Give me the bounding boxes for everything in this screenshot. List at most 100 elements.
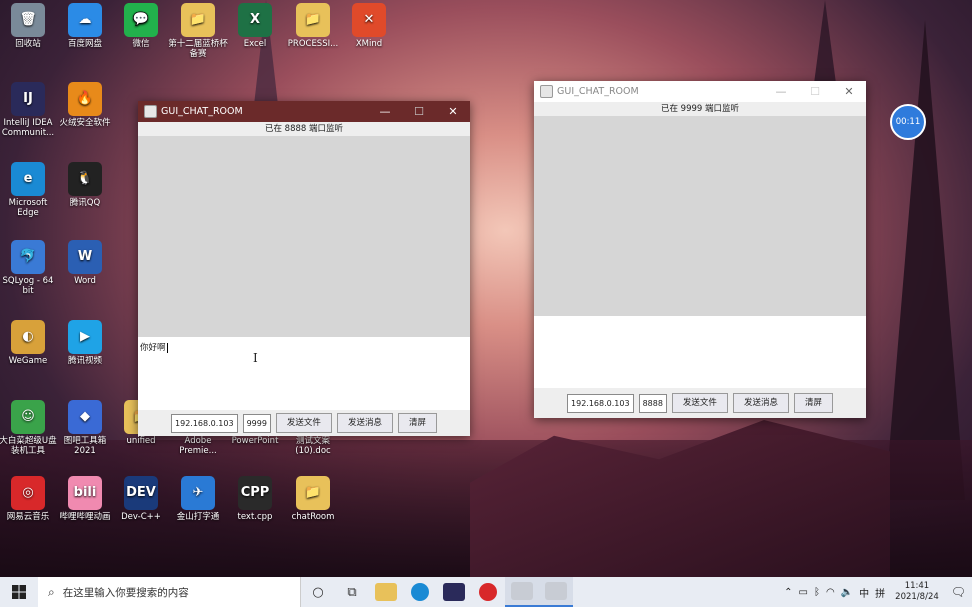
window-title: GUI_CHAT_ROOM (557, 86, 639, 97)
desktop-icon[interactable]: ◐ WeGame (0, 320, 59, 366)
task-view-icon[interactable]: ⧉ (335, 577, 369, 607)
listen-status: 已在 9999 端口监听 (534, 102, 866, 116)
app-icon: 🔥 (68, 82, 102, 116)
app-icon: 📁 (296, 476, 330, 510)
desktop-icon[interactable]: IJ IntelliJ IDEA Communit... (0, 82, 59, 138)
desktop-icon-label: 金山打字通 (176, 512, 220, 522)
port-field[interactable]: 8888 (638, 393, 667, 413)
network-icon[interactable]: ▭ (799, 587, 808, 598)
desktop-icon[interactable]: 🗑 回收站 (0, 3, 59, 49)
minimize-button[interactable]: — (368, 105, 402, 118)
desktop-icon-label: Word (74, 276, 96, 286)
volume-icon[interactable]: 🔈 (841, 587, 853, 598)
desktop-icon-label: unified (126, 436, 156, 446)
desktop-icon-label: 百度网盘 (67, 39, 102, 49)
app-icon: W (68, 240, 102, 274)
desktop-icon-label: chatRoom (291, 512, 335, 522)
desktop-icon-label: PowerPoint (231, 436, 279, 446)
taskbar-clock[interactable]: 11:41 2021/8/24 (895, 581, 939, 603)
desktop-icon[interactable]: 💬 微信 (110, 3, 172, 49)
desktop-icon-label: 火绒安全软件 (59, 118, 111, 128)
desktop-icon[interactable]: 📁 chatRoom (282, 476, 344, 522)
java-window-taskbar-icon[interactable] (539, 577, 573, 607)
desktop-icon[interactable]: DEV Dev-C++ (110, 476, 172, 522)
minimize-button[interactable]: — (764, 85, 798, 98)
wifi-icon[interactable]: ◠ (826, 587, 835, 598)
cortana-icon[interactable]: ○ (301, 577, 335, 607)
desktop-icon-label: Dev-C++ (121, 512, 161, 522)
send-message-button[interactable]: 发送消息 (336, 413, 393, 433)
java-window-taskbar-icon[interactable] (505, 577, 539, 607)
desktop-icon[interactable]: ▶ 腾讯视频 (54, 320, 116, 366)
desktop-icon-label: IntelliJ IDEA Communit... (1, 118, 55, 138)
title-bar[interactable]: GUI_CHAT_ROOM — ☐ ✕ (138, 101, 470, 122)
desktop-icon-label: 回收站 (15, 39, 41, 49)
close-button[interactable]: ✕ (436, 105, 470, 118)
message-display-area[interactable] (138, 136, 470, 337)
bluetooth-icon[interactable]: ᛒ (814, 587, 820, 598)
app-icon: 📁 (181, 3, 215, 37)
send-message-button[interactable]: 发送消息 (732, 393, 789, 413)
listen-status: 已在 8888 端口监听 (138, 122, 470, 136)
desktop-icon[interactable]: ◆ 图吧工具箱2021 (54, 400, 116, 456)
desktop-icon[interactable]: ◎ 网易云音乐 (0, 476, 59, 522)
desktop-icon-label: 微信 (132, 39, 150, 49)
desktop-icon-label: Adobe Premie... (179, 436, 217, 456)
app-icon: X (238, 3, 272, 37)
edge-taskbar-icon[interactable] (403, 577, 437, 607)
ibeam-cursor-icon: I (253, 351, 258, 365)
desktop-icon[interactable]: 📁 第十二届蓝桥杯备赛 (167, 3, 229, 59)
ime-indicator[interactable]: 拼 (875, 585, 885, 600)
message-display-area[interactable] (534, 116, 866, 316)
app-icon: DEV (124, 476, 158, 510)
notification-icon[interactable]: 🗨 (951, 585, 966, 599)
show-hidden-icons-icon[interactable]: ⌃ (784, 587, 792, 598)
clear-screen-button[interactable]: 清屏 (793, 393, 833, 413)
desktop-icon[interactable]: CPP text.cpp (224, 476, 286, 522)
app-icon: 🐬 (11, 240, 45, 274)
desktop-icon[interactable]: ✕ XMind (338, 3, 400, 49)
message-input-area[interactable]: 你好啊 I (138, 337, 470, 410)
intellij-taskbar-icon[interactable] (437, 577, 471, 607)
recording-timer[interactable]: 00:11 (890, 104, 926, 140)
maximize-button[interactable]: ☐ (402, 105, 436, 118)
ip-field[interactable]: 192.168.0.103 (171, 413, 238, 433)
send-file-button[interactable]: 发送文件 (275, 413, 332, 433)
desktop-icon[interactable]: 🐧 腾讯QQ (54, 162, 116, 208)
desktop-icon-label: Microsoft Edge (8, 198, 48, 218)
app-icon: 💬 (124, 3, 158, 37)
ip-field[interactable]: 192.168.0.103 (567, 393, 634, 413)
title-bar[interactable]: GUI_CHAT_ROOM — ☐ ✕ (534, 81, 866, 102)
app-icon: 🐧 (68, 162, 102, 196)
desktop-icon[interactable]: 📁 PROCESSI... (282, 3, 344, 49)
message-input-area[interactable] (534, 316, 866, 388)
taskbar: ⌕ 在这里输入你要搜索的内容 ○ ⧉ ⌃ ▭ ᛒ ◠ 🔈 中 拼 11:41 2… (0, 577, 972, 607)
desktop-icon-label: text.cpp (237, 512, 273, 522)
desktop-icon[interactable]: ☁ 百度网盘 (54, 3, 116, 49)
desktop-icon[interactable]: ✈ 金山打字通 (167, 476, 229, 522)
file-explorer-icon[interactable] (369, 577, 403, 607)
app-icon: IJ (11, 82, 45, 116)
desktop-icon[interactable]: e Microsoft Edge (0, 162, 59, 218)
desktop-icon[interactable]: W Word (54, 240, 116, 286)
desktop-icon[interactable]: bili 哔哩哔哩动画 (54, 476, 116, 522)
clear-screen-button[interactable]: 清屏 (397, 413, 437, 433)
desktop-icon[interactable]: X Excel (224, 3, 286, 49)
desktop-icon[interactable]: ☺ 大白菜超级U盘装机工具 (0, 400, 59, 456)
clock-time: 11:41 (904, 581, 930, 591)
desktop-icon[interactable]: 🐬 SQLyog - 64 bit (0, 240, 59, 296)
desktop-icon-label: PROCESSI... (287, 39, 339, 49)
start-button[interactable] (0, 577, 38, 607)
desktop-icon-label: 腾讯视频 (67, 356, 102, 366)
desktop-icon[interactable]: 🔥 火绒安全软件 (54, 82, 116, 128)
taskbar-search-box[interactable]: ⌕ 在这里输入你要搜索的内容 (38, 577, 301, 607)
port-field[interactable]: 9999 (242, 413, 271, 433)
maximize-button[interactable]: ☐ (798, 85, 832, 98)
netease-music-taskbar-icon[interactable] (471, 577, 505, 607)
desktop-icon-label: 测试文案(10).doc (295, 436, 331, 456)
language-indicator[interactable]: 中 (859, 585, 869, 600)
chat-window-left: GUI_CHAT_ROOM — ☐ ✕ 已在 8888 端口监听 你好啊 I 1… (138, 101, 470, 436)
send-file-button[interactable]: 发送文件 (671, 393, 728, 413)
desktop-icon-label: 腾讯QQ (69, 198, 101, 208)
close-button[interactable]: ✕ (832, 85, 866, 98)
